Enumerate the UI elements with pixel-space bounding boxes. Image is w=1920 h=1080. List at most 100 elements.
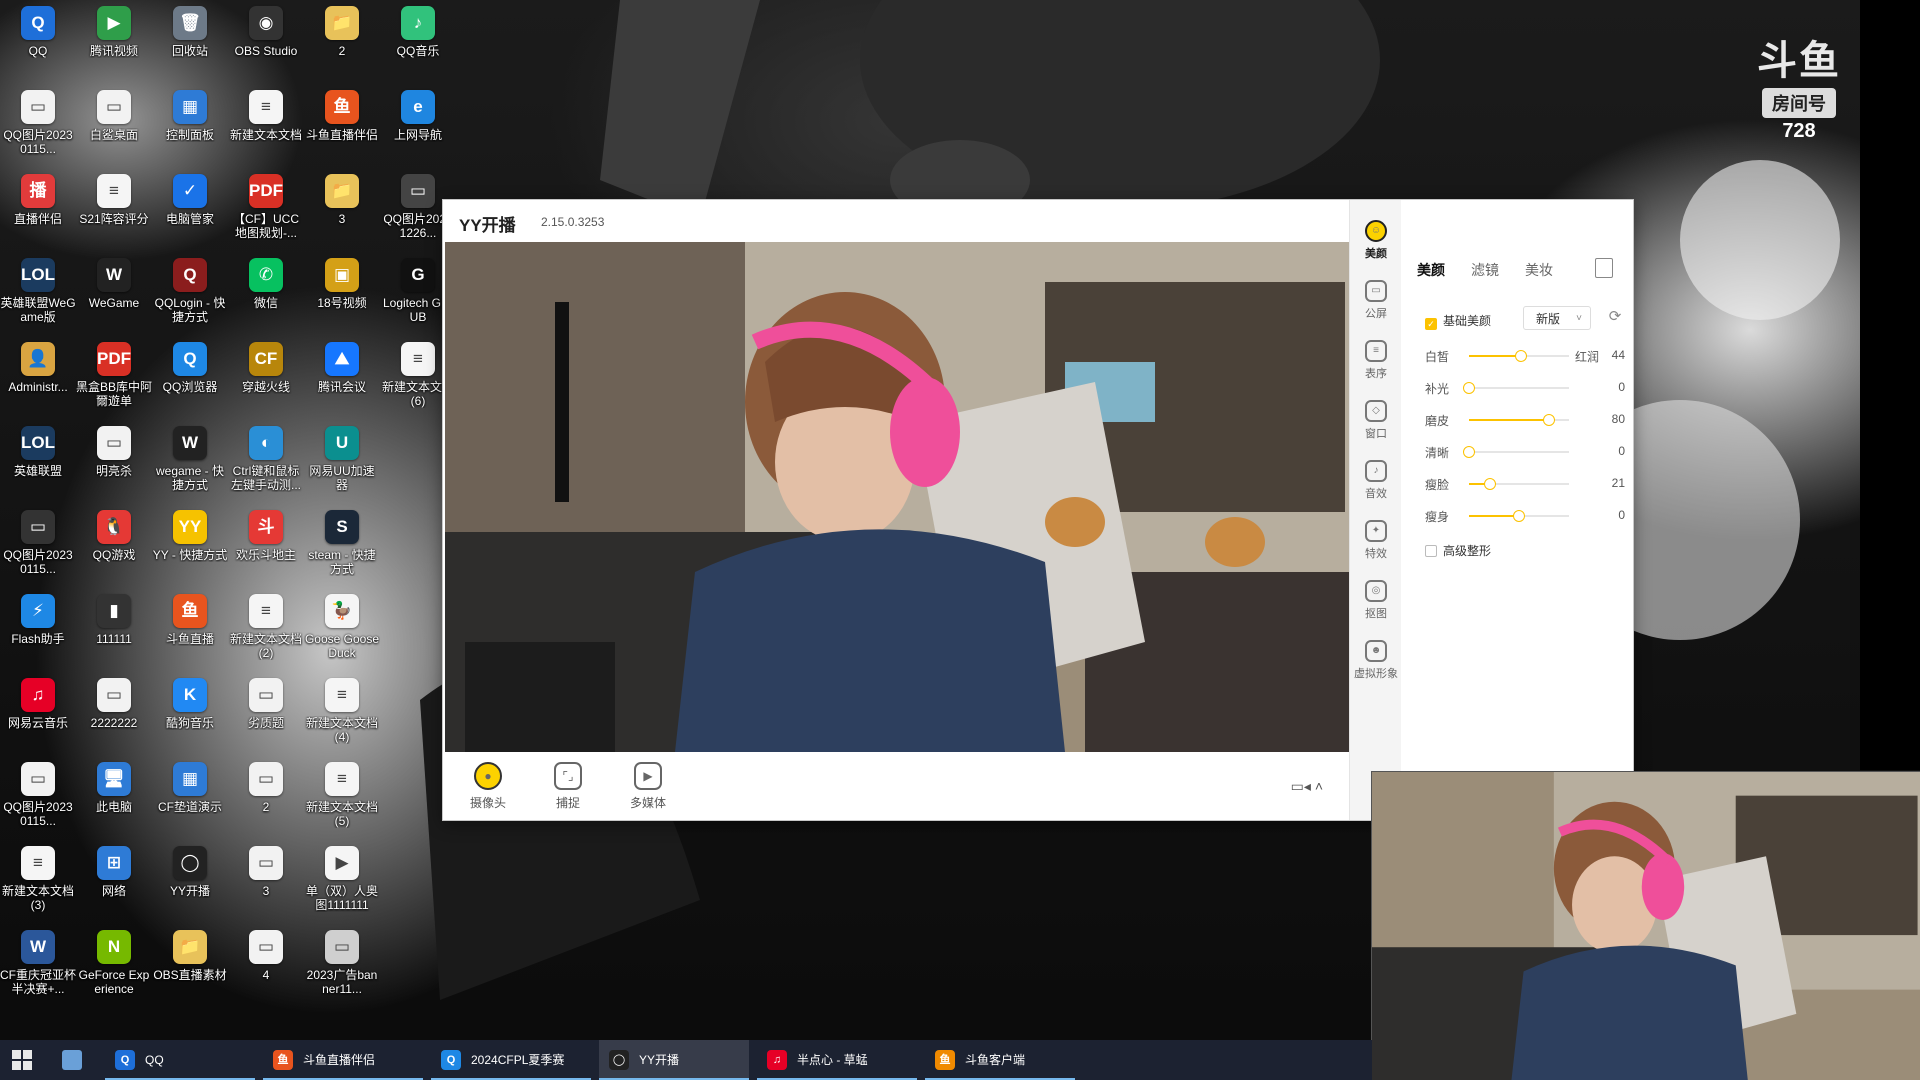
slider-handle[interactable] bbox=[1513, 510, 1525, 522]
desktop-icon[interactable]: 📁 3 bbox=[304, 168, 380, 252]
camera-source-button[interactable]: ● 摄像头 bbox=[458, 762, 518, 811]
slider-track[interactable] bbox=[1469, 350, 1569, 362]
desktop-icon[interactable]: Q QQ浏览器 bbox=[152, 336, 228, 420]
desktop-icon[interactable]: ⚡ Flash助手 bbox=[0, 588, 76, 672]
desktop-icon[interactable]: ▦ 控制面板 bbox=[152, 84, 228, 168]
desktop-icon[interactable]: ◐ Ctrl键和鼠标左键手动测... bbox=[228, 420, 304, 504]
desktop-icon[interactable]: Ssteam - 快捷方式 bbox=[304, 504, 380, 588]
slider-handle[interactable] bbox=[1543, 414, 1555, 426]
camera-preview[interactable] bbox=[445, 242, 1349, 752]
slider-handle[interactable] bbox=[1463, 382, 1475, 394]
video-camera-toggle-icon[interactable]: ▭◂ ˄ bbox=[1291, 778, 1323, 795]
desktop-icon[interactable]: CF 穿越火线 bbox=[228, 336, 304, 420]
slider-track[interactable] bbox=[1463, 382, 1569, 394]
side-tab[interactable]: ☺ 美颜 bbox=[1350, 220, 1402, 261]
desktop-icon[interactable]: 📁 2 bbox=[304, 0, 380, 84]
tab-filter[interactable]: 滤镜 bbox=[1471, 260, 1499, 280]
side-tab[interactable]: ☻ 虚拟形象 bbox=[1350, 640, 1402, 681]
desktop-icon[interactable]: 播直播伴侣 bbox=[0, 168, 76, 252]
desktop-icon[interactable]: ▭ 明亮杀 bbox=[76, 420, 152, 504]
desktop-icon[interactable]: ▭ 2222222 bbox=[76, 672, 152, 756]
desktop-icon[interactable]: ≡ 新建文本文档 (4) bbox=[304, 672, 380, 756]
desktop-icon[interactable]: ▣ 18号视频 bbox=[304, 252, 380, 336]
capture-source-button[interactable]: ⌜⌟ 捕捉 bbox=[538, 762, 598, 811]
taskbar-item[interactable]: ◯ YY开播 bbox=[599, 1040, 749, 1080]
advanced-shaping-checkbox[interactable]: 高级整形 bbox=[1425, 542, 1491, 559]
side-tab[interactable]: ▭ 公屏 bbox=[1350, 280, 1402, 321]
stream-preview-thumbnail[interactable] bbox=[1372, 772, 1920, 1080]
desktop-icon[interactable]: ♪ QQ音乐 bbox=[380, 0, 456, 84]
side-tab[interactable]: ≡ 表序 bbox=[1350, 340, 1402, 381]
desktop-icon[interactable]: 鱼斗鱼直播 bbox=[152, 588, 228, 672]
basic-beauty-checkbox[interactable]: ✓ 基础美颜 bbox=[1425, 312, 1491, 330]
slider-track[interactable] bbox=[1469, 510, 1569, 522]
slider-handle[interactable] bbox=[1484, 478, 1496, 490]
desktop-icon[interactable]: ✓ 电脑管家 bbox=[152, 168, 228, 252]
desktop-icon[interactable]: ▶ 腾讯视频 bbox=[76, 0, 152, 84]
taskbar-item[interactable]: 鱼斗鱼客户端 bbox=[925, 1040, 1075, 1080]
desktop-icon[interactable]: ♫ 网易云音乐 bbox=[0, 672, 76, 756]
taskbar-item[interactable]: 鱼斗鱼直播伴侣 bbox=[263, 1040, 423, 1080]
media-source-button[interactable]: ▶ 多媒体 bbox=[618, 762, 678, 811]
desktop-icon[interactable]: 🐧 QQ游戏 bbox=[76, 504, 152, 588]
slider-track[interactable] bbox=[1463, 446, 1569, 458]
desktop-icon[interactable]: ▭ 2 bbox=[228, 756, 304, 840]
desktop-icon[interactable]: ▭ QQ图片20230115... bbox=[0, 504, 76, 588]
desktop-icon[interactable]: ▭ QQ图片20230115... bbox=[0, 756, 76, 840]
taskbar-item[interactable]: Q 2024CFPL夏季赛 bbox=[431, 1040, 591, 1080]
desktop-icon[interactable]: 🖥 此电脑 bbox=[76, 756, 152, 840]
slider-handle[interactable] bbox=[1463, 446, 1475, 458]
desktop-icon[interactable]: ▦ CF垫道演示 bbox=[152, 756, 228, 840]
desktop-icon[interactable]: ≡ 新建文本文档 (2) bbox=[228, 588, 304, 672]
desktop-icon[interactable]: YY YY - 快捷方式 bbox=[152, 504, 228, 588]
desktop-icon[interactable]: W WeGame bbox=[76, 252, 152, 336]
windows-start-icon[interactable] bbox=[12, 1050, 32, 1070]
desktop-icon[interactable]: Q QQLogin - 快捷方式 bbox=[152, 252, 228, 336]
slider-track[interactable] bbox=[1469, 414, 1569, 426]
desktop-icon[interactable]: ▭ 白鲨桌面 bbox=[76, 84, 152, 168]
side-tab[interactable]: ♪ 音效 bbox=[1350, 460, 1402, 501]
desktop-icon[interactable]: PDF 【CF】UCC地图规划-... bbox=[228, 168, 304, 252]
panel-split-icon[interactable] bbox=[1595, 258, 1613, 278]
beauty-version-select[interactable]: 新版 ˅ bbox=[1523, 306, 1591, 330]
desktop-icon[interactable]: 🦆 Goose Goose Duck bbox=[304, 588, 380, 672]
desktop-icon[interactable]: 👤 Administr... bbox=[0, 336, 76, 420]
desktop-icon[interactable]: ≡ 新建文本文档 (3) bbox=[0, 840, 76, 924]
desktop-icon[interactable]: 📁 OBS直播素材 bbox=[152, 924, 228, 1008]
desktop-icon[interactable]: K 酷狗音乐 bbox=[152, 672, 228, 756]
side-tab[interactable]: ◇ 窗口 bbox=[1350, 400, 1402, 441]
desktop-icon[interactable]: ◯ YY开播 bbox=[152, 840, 228, 924]
desktop-icon[interactable]: e 上网导航 bbox=[380, 84, 456, 168]
desktop-icon[interactable]: ▭ 4 bbox=[228, 924, 304, 1008]
taskbar-item[interactable]: Q QQ bbox=[105, 1040, 255, 1080]
desktop-icon[interactable]: N GeForce Experience bbox=[76, 924, 152, 1008]
desktop-icon[interactable]: 鱼斗鱼直播伴侣 bbox=[304, 84, 380, 168]
tab-beauty[interactable]: 美颜 bbox=[1417, 260, 1445, 280]
desktop-icon[interactable]: ▭ QQ图片20230115... bbox=[0, 84, 76, 168]
desktop-icon[interactable]: ≡ 新建文本文档 (5) bbox=[304, 756, 380, 840]
desktop-icon[interactable]: ▭ 2023广告banner11... bbox=[304, 924, 380, 1008]
desktop-icon[interactable]: ▶ 单（双）人奥图1111111 bbox=[304, 840, 380, 924]
desktop-icon[interactable]: Wwegame - 快捷方式 bbox=[152, 420, 228, 504]
desktop-icon[interactable]: ≡ 新建文本文档 bbox=[228, 84, 304, 168]
desktop-icon[interactable]: ◉ OBS Studio bbox=[228, 0, 304, 84]
reset-icon[interactable]: ⟳ bbox=[1606, 308, 1624, 326]
slider-track[interactable] bbox=[1469, 478, 1569, 490]
desktop-icon[interactable]: ⛰ 腾讯会议 bbox=[304, 336, 380, 420]
desktop-icon[interactable]: 🗑 回收站 bbox=[152, 0, 228, 84]
desktop-icon[interactable]: ▭ 3 bbox=[228, 840, 304, 924]
desktop-icon[interactable]: PDF 黑盒BB库中阿爾遊单 bbox=[76, 336, 152, 420]
file-explorer-icon[interactable] bbox=[62, 1050, 82, 1070]
side-tab[interactable]: ◎ 抠图 bbox=[1350, 580, 1402, 621]
desktop-icon[interactable]: ⊞ 网络 bbox=[76, 840, 152, 924]
desktop-icon[interactable]: ✆ 微信 bbox=[228, 252, 304, 336]
desktop-icon[interactable]: ≡ S21阵容评分 bbox=[76, 168, 152, 252]
desktop-icon[interactable]: U 网易UU加速器 bbox=[304, 420, 380, 504]
desktop-icon[interactable]: LOL 英雄联盟 bbox=[0, 420, 76, 504]
slider-handle[interactable] bbox=[1515, 350, 1527, 362]
desktop-icon[interactable]: 斗欢乐斗地主 bbox=[228, 504, 304, 588]
desktop-icon[interactable]: ▮ 111111 bbox=[76, 588, 152, 672]
taskbar-item[interactable]: ♫ 半点心 - 草蜢 bbox=[757, 1040, 917, 1080]
tab-makeup[interactable]: 美妆 bbox=[1525, 260, 1553, 280]
desktop-icon[interactable]: ▭ 劣质题 bbox=[228, 672, 304, 756]
